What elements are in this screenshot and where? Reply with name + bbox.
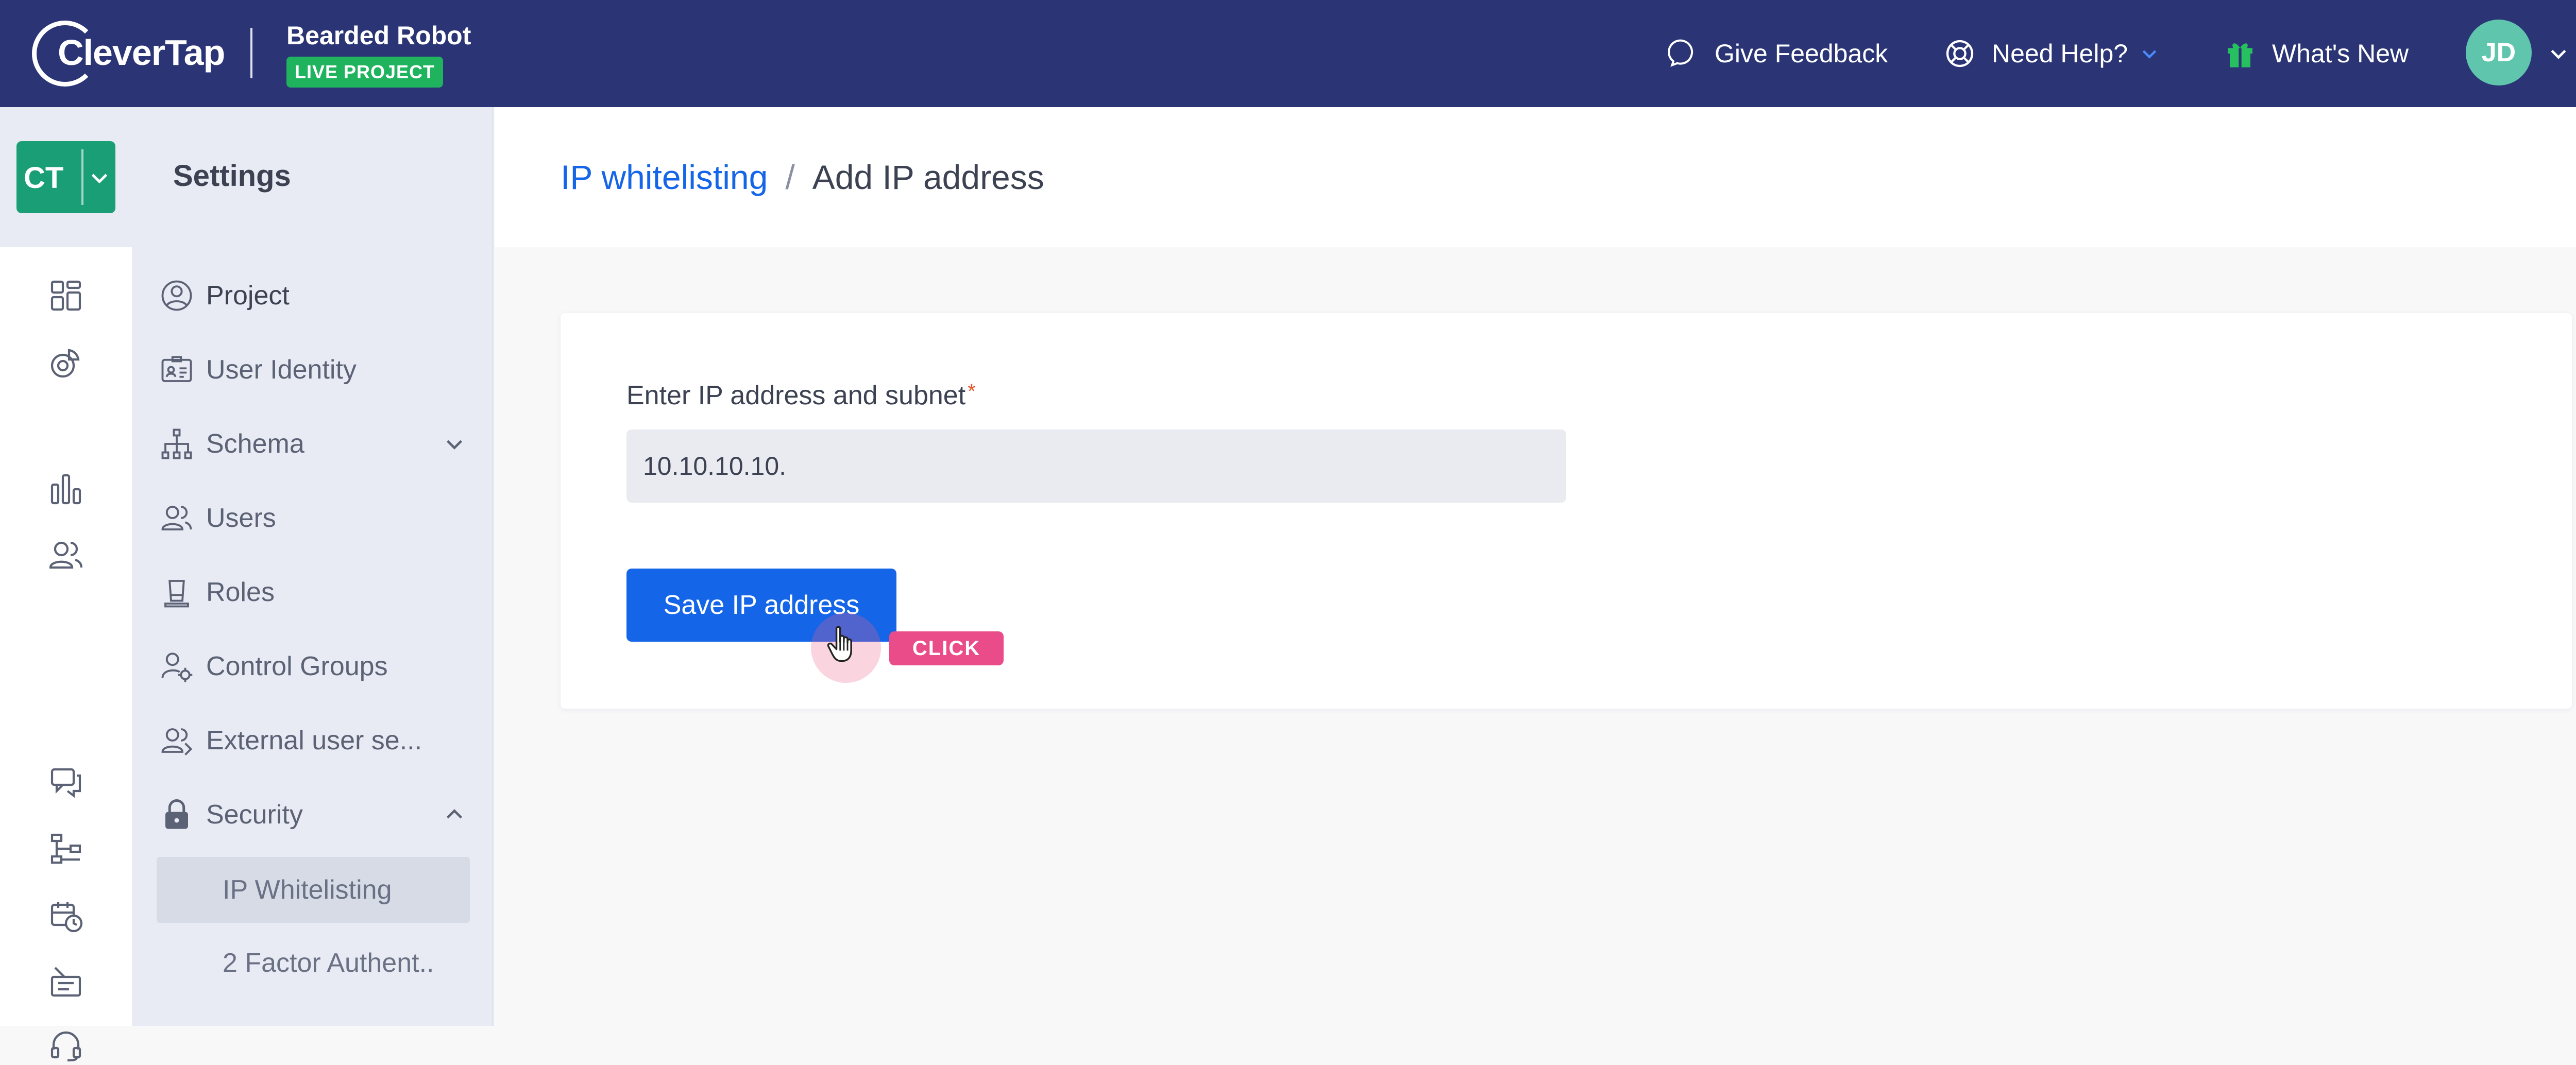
whats-new-button[interactable]: What's New bbox=[2224, 34, 2409, 73]
need-help-menu[interactable]: Need Help? bbox=[1943, 34, 2160, 73]
sidebar-item-security[interactable]: Security bbox=[157, 782, 470, 848]
chevron-down-icon bbox=[91, 174, 108, 184]
hand-cursor-icon bbox=[827, 626, 852, 662]
sidebar-item-external-user-segments[interactable]: External user se... bbox=[157, 708, 470, 774]
brand-name: CleverTap bbox=[58, 32, 225, 73]
whats-new-label: What's New bbox=[2272, 39, 2409, 68]
sidebar-item-label: Roles bbox=[206, 577, 275, 607]
sidebar-item-label: Schema bbox=[206, 429, 304, 459]
page-title: Add IP address bbox=[812, 158, 1044, 196]
id-card-icon bbox=[157, 351, 206, 388]
schema-icon bbox=[157, 425, 206, 462]
breadcrumb-link-ip-whitelisting[interactable]: IP whitelisting bbox=[561, 158, 768, 197]
sidebar-item-roles[interactable]: Roles bbox=[157, 559, 470, 625]
chevron-down-icon[interactable] bbox=[439, 432, 470, 456]
ip-address-input[interactable] bbox=[626, 430, 1566, 503]
catalog-icon[interactable] bbox=[47, 963, 84, 1000]
ip-field-label-text: Enter IP address and subnet bbox=[626, 381, 966, 410]
user-avatar[interactable]: JD bbox=[2466, 20, 2532, 85]
schedule-icon[interactable] bbox=[47, 897, 84, 934]
support-headset-icon[interactable] bbox=[47, 1028, 84, 1065]
sidebar-subitem-ip-whitelisting[interactable]: IP Whitelisting bbox=[157, 857, 470, 923]
dashboard-icon[interactable] bbox=[47, 277, 84, 314]
users-icon bbox=[157, 500, 206, 537]
sidebar-item-users[interactable]: Users bbox=[157, 485, 470, 551]
user-gear-icon bbox=[157, 648, 206, 685]
lock-icon bbox=[157, 796, 206, 833]
project-name[interactable]: Bearded Robot bbox=[286, 21, 471, 50]
need-help-label: Need Help? bbox=[1992, 39, 2128, 68]
sidebar-item-control-groups[interactable]: Control Groups bbox=[157, 633, 470, 699]
hat-icon bbox=[157, 574, 206, 611]
sidebar-item-label: Users bbox=[206, 503, 276, 533]
user-circle-icon bbox=[157, 277, 206, 314]
chevron-up-icon[interactable] bbox=[439, 803, 470, 827]
give-feedback-button[interactable]: Give Feedback bbox=[1668, 34, 1888, 73]
sidebar-item-user-identity[interactable]: User Identity bbox=[157, 337, 470, 403]
click-badge: CLICK bbox=[889, 631, 1004, 665]
divider bbox=[250, 28, 252, 78]
sidebar-item-label: Security bbox=[206, 800, 303, 830]
account-switcher-button[interactable]: CT bbox=[16, 141, 115, 213]
external-users-icon bbox=[157, 722, 206, 759]
ip-field-label: Enter IP address and subnet * bbox=[626, 380, 976, 411]
divider bbox=[81, 149, 83, 205]
analytics-icon[interactable] bbox=[47, 471, 84, 508]
lifebuoy-icon bbox=[1946, 40, 1974, 67]
clevertap-logo[interactable]: CleverTap bbox=[32, 19, 228, 89]
page-header: IP whitelisting / Add IP address bbox=[495, 107, 2576, 247]
account-chevron-down-icon[interactable] bbox=[2547, 42, 2570, 65]
sidebar-item-label: External user se... bbox=[206, 726, 422, 755]
sidebar-item-label: Project bbox=[206, 281, 290, 311]
sidebar-item-schema[interactable]: Schema bbox=[157, 411, 470, 477]
journeys-icon[interactable] bbox=[47, 830, 84, 867]
live-project-badge: LIVE PROJECT bbox=[286, 57, 444, 88]
required-mark: * bbox=[968, 380, 976, 403]
sidebar-item-label: User Identity bbox=[206, 355, 357, 385]
gift-icon bbox=[2228, 43, 2252, 67]
give-feedback-label: Give Feedback bbox=[1715, 39, 1888, 68]
sidebar-title: Settings bbox=[173, 159, 291, 193]
breadcrumb: IP whitelisting / Add IP address bbox=[561, 158, 1044, 197]
breadcrumb-separator: / bbox=[785, 158, 795, 196]
segments-icon[interactable] bbox=[47, 344, 84, 381]
sidebar-subitem-2fa[interactable]: 2 Factor Authent.. bbox=[157, 930, 470, 996]
messages-icon[interactable] bbox=[47, 763, 84, 800]
icon-rail: CT bbox=[0, 107, 132, 1062]
chevron-down-icon bbox=[2142, 50, 2157, 59]
sidebar-item-label: Control Groups bbox=[206, 651, 388, 681]
rail-header: CT bbox=[0, 107, 132, 247]
sidebar-item-project[interactable]: Project bbox=[157, 263, 470, 329]
settings-sidebar: Settings Project User Identity Schema Us… bbox=[132, 107, 494, 1026]
users-icon[interactable] bbox=[47, 537, 84, 574]
top-bar: CleverTap Bearded Robot LIVE PROJECT Giv… bbox=[0, 0, 2576, 107]
account-short-label: CT bbox=[24, 161, 64, 195]
chat-bubble-icon bbox=[1668, 39, 1693, 67]
